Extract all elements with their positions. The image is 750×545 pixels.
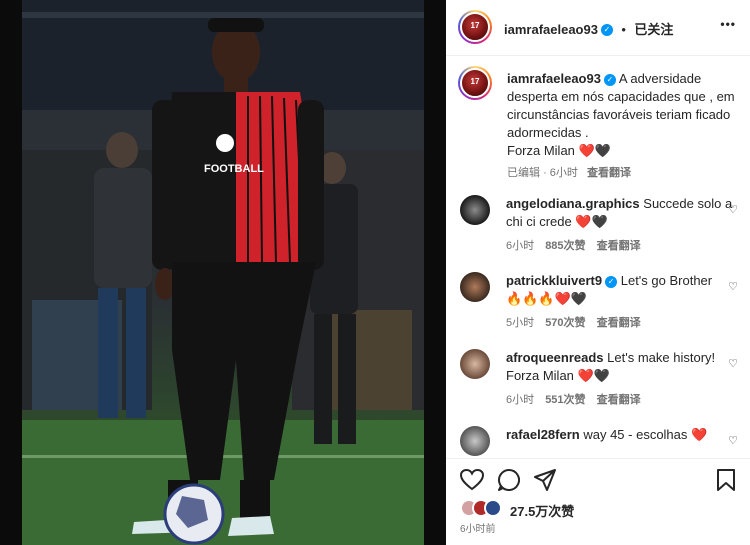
post-action-bar: 27.5万次赞 6小时前: [446, 458, 750, 545]
caption-translate-link[interactable]: 查看翻译: [587, 167, 631, 179]
caption-username[interactable]: iamrafaeleao93: [507, 71, 601, 86]
following-button[interactable]: 已关注: [634, 22, 673, 37]
separator-dot: •: [621, 22, 626, 37]
caption-hearts: ❤️🖤: [578, 143, 611, 158]
commenter-avatar[interactable]: [460, 426, 490, 456]
jersey-text: FOOTBALL: [204, 163, 264, 175]
comment-translate-link[interactable]: 查看翻译: [597, 394, 641, 406]
post-header: 17 iamrafaeleao93 ✓ • 已关注 •••: [446, 0, 750, 56]
post-sidebar: 17 iamrafaeleao93 ✓ • 已关注 ••• 17 iamrafae…: [446, 0, 750, 545]
verified-badge-icon: ✓: [600, 23, 613, 36]
author-username[interactable]: iamrafaeleao93: [504, 22, 598, 37]
caption-avatar[interactable]: 17: [458, 66, 492, 100]
commenter-avatar[interactable]: [460, 349, 490, 379]
like-heart-icon[interactable]: [460, 469, 484, 491]
comment-like-heart-icon[interactable]: ♡: [728, 434, 738, 447]
comment-translate-link[interactable]: 查看翻译: [597, 317, 641, 329]
save-bookmark-icon[interactable]: [717, 469, 735, 491]
comment-icon[interactable]: [498, 469, 520, 491]
soccer-player-photo: FOOTBALL: [22, 0, 424, 545]
posted-time: 6小时前: [460, 524, 496, 535]
comment-translate-link[interactable]: 查看翻译: [597, 240, 641, 252]
caption-line2: Forza Milan: [507, 143, 575, 158]
comment-username[interactable]: patrickkluivert9: [506, 273, 602, 288]
share-send-icon[interactable]: [534, 469, 556, 491]
comment-emoji: ❤️: [691, 427, 708, 442]
likes-count[interactable]: 27.5万次赞: [510, 501, 574, 520]
comment-emoji: ❤️🖤: [577, 368, 610, 383]
verified-badge-icon: ✓: [605, 275, 618, 288]
instagram-post-view: FOOTBALL 17 iamrafaeleao93 ✓ • 已关注 ••• 1…: [0, 0, 750, 545]
comment-username[interactable]: angelodiana.graphics: [506, 196, 640, 211]
commenter-avatar[interactable]: [460, 272, 490, 302]
comment-like-heart-icon[interactable]: ♡: [728, 203, 738, 216]
comment-text: Let's go Brother: [620, 273, 713, 288]
comment-time: 5小时: [506, 317, 535, 329]
comment-text: way 45 - escolhas: [583, 427, 688, 442]
comment-username[interactable]: rafael28fern: [506, 427, 580, 442]
commenter-avatar[interactable]: [460, 195, 490, 225]
comment-likes[interactable]: 551次赞: [545, 394, 585, 406]
comment-time: 6小时: [506, 240, 535, 252]
comment-emoji: ❤️🖤: [575, 214, 608, 229]
verified-badge-icon: ✓: [603, 73, 616, 86]
comment-username[interactable]: afroqueenreads: [506, 350, 604, 365]
more-options-icon[interactable]: •••: [720, 17, 736, 31]
post-media-panel: FOOTBALL: [0, 0, 446, 545]
caption-time: 6小时: [549, 167, 578, 179]
comment-likes[interactable]: 885次赞: [545, 240, 585, 252]
liked-by-avatars[interactable]: [460, 499, 510, 517]
author-avatar[interactable]: 17: [458, 10, 492, 44]
comment-likes[interactable]: 570次赞: [545, 317, 585, 329]
comment-like-heart-icon[interactable]: ♡: [728, 280, 738, 293]
comment-emoji: 🔥🔥🔥❤️🖤: [506, 291, 587, 306]
comment-time: 6小时: [506, 394, 535, 406]
comment-like-heart-icon[interactable]: ♡: [728, 357, 738, 370]
edited-label: 已编辑: [507, 167, 540, 179]
post-photo[interactable]: FOOTBALL: [22, 0, 424, 545]
